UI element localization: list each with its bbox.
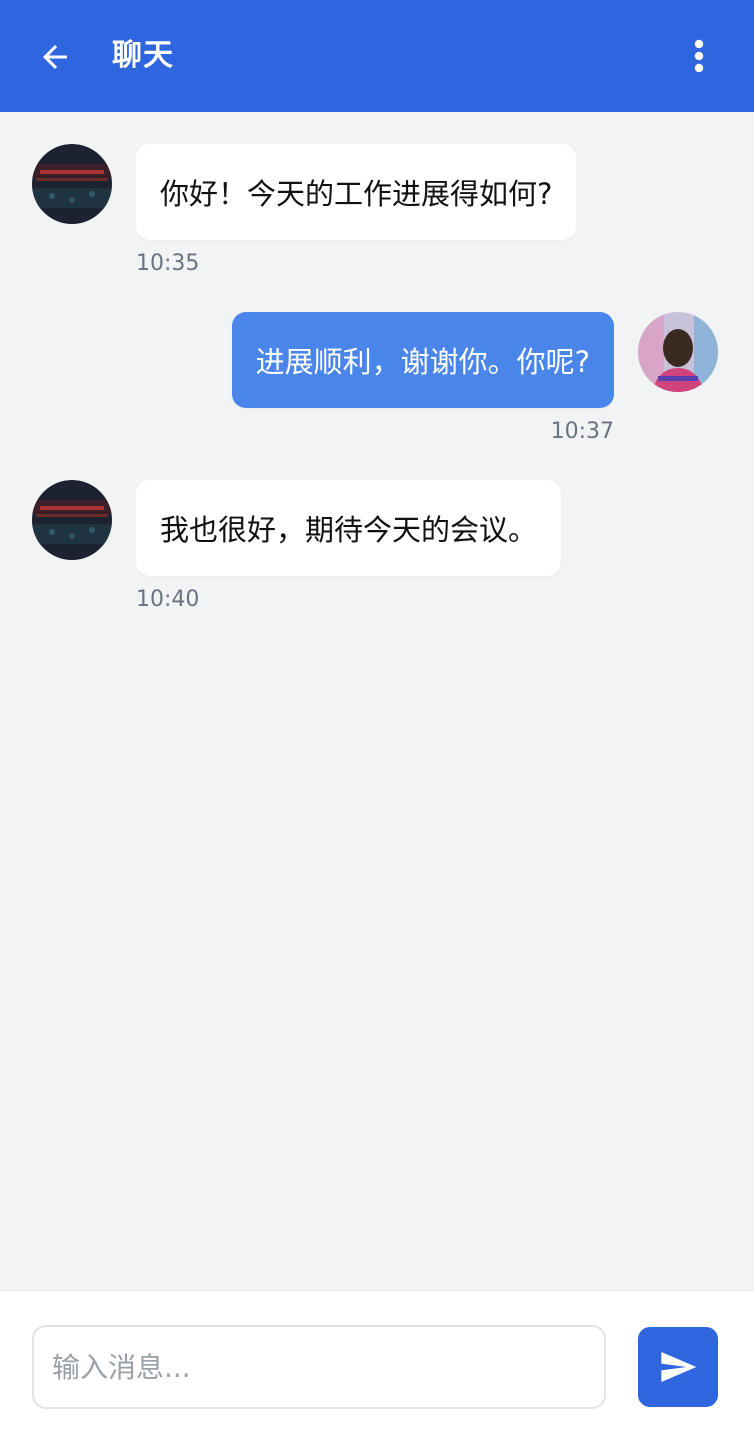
message-list[interactable]: 你好！今天的工作进展得如何? 10:35 进展顺利，谢谢你。你呢? 10:37 xyxy=(0,112,754,1290)
back-button[interactable] xyxy=(30,32,80,82)
more-options-button[interactable] xyxy=(674,30,724,82)
message-row: 我也很好，期待今天的会议。 10:40 xyxy=(0,480,754,620)
message-bubble[interactable]: 我也很好，期待今天的会议。 xyxy=(136,480,562,576)
user-avatar[interactable] xyxy=(638,312,718,392)
contact-avatar-image xyxy=(32,480,112,560)
message-row: 你好！今天的工作进展得如何? 10:35 xyxy=(0,144,754,284)
arrow-left-icon xyxy=(43,45,67,69)
send-icon xyxy=(661,1352,697,1382)
page-title: 聊天 xyxy=(112,38,174,73)
contact-avatar[interactable] xyxy=(32,480,112,560)
message-time: 10:37 xyxy=(550,419,614,444)
message-text: 你好！今天的工作进展得如何? xyxy=(160,177,553,211)
message-text: 进展顺利，谢谢你。你呢? xyxy=(255,345,590,379)
message-composer xyxy=(0,1290,754,1444)
message-time: 10:40 xyxy=(136,587,200,612)
message-bubble[interactable]: 你好！今天的工作进展得如何? xyxy=(136,144,577,240)
message-text: 我也很好，期待今天的会议。 xyxy=(160,513,538,547)
message-time: 10:35 xyxy=(136,251,200,276)
send-button[interactable] xyxy=(638,1327,718,1407)
message-row: 进展顺利，谢谢你。你呢? 10:37 xyxy=(0,312,754,452)
contact-avatar[interactable] xyxy=(32,144,112,224)
app-bar: 聊天 xyxy=(0,0,754,112)
contact-avatar-image xyxy=(32,144,112,224)
more-vertical-icon xyxy=(694,39,704,73)
user-avatar-image xyxy=(638,312,718,392)
message-input[interactable] xyxy=(32,1325,606,1409)
message-bubble[interactable]: 进展顺利，谢谢你。你呢? xyxy=(231,312,614,408)
